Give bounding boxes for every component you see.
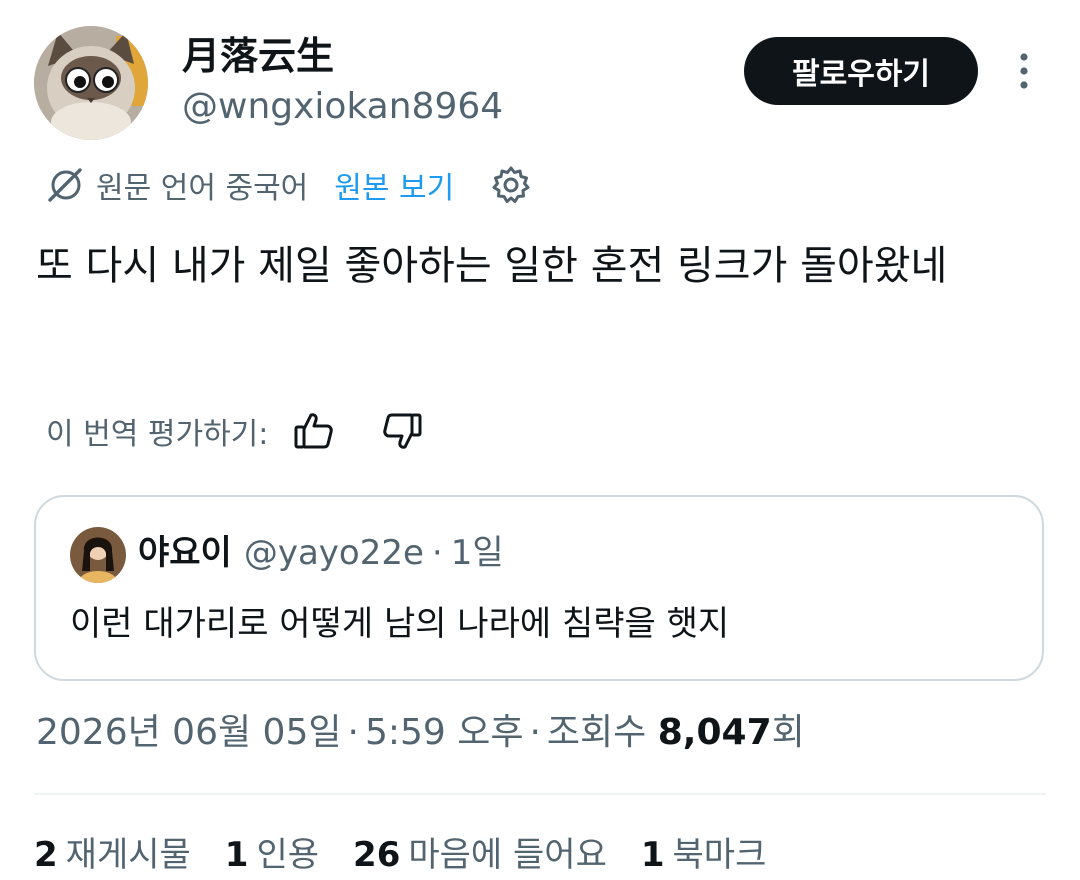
stat-bookmarks[interactable]: 1 북마크 [641, 830, 767, 880]
more-vertical-icon [1020, 53, 1028, 89]
quote-text: 이런 대가리로 어떻게 남의 나라에 침략을 햇지 [70, 604, 730, 644]
tweet-time[interactable]: 5:59 오후 [365, 712, 524, 753]
stat-count: 2 [34, 835, 58, 875]
meta-separator: · [529, 712, 541, 753]
rate-translation-row: 이 번역 평가하기: [46, 408, 424, 454]
cat-avatar-image [34, 26, 148, 140]
tweet-text: 또 다시 내가 제일 좋아하는 일한 혼전 링크가 돌아왔네 [36, 243, 948, 289]
quote-author-handle: @yayo22e [243, 533, 424, 573]
translation-bar: 원문 언어 중국어 원본 보기 [46, 162, 532, 208]
gear-icon[interactable] [490, 164, 532, 206]
quote-author-avatar [70, 527, 126, 583]
divider [34, 793, 1046, 795]
person-avatar-image [70, 527, 126, 583]
translate-icon [48, 168, 82, 202]
stat-count: 1 [640, 835, 665, 875]
views-label: 조회수 [546, 712, 647, 753]
stat-likes[interactable]: 26 마음에 들어요 [353, 830, 607, 880]
quote-timestamp: 1일 [450, 533, 504, 573]
rate-translation-label: 이 번역 평가하기: [46, 417, 269, 452]
stat-count: 1 [224, 835, 249, 875]
author-avatar[interactable] [34, 26, 148, 140]
thumbs-down-icon[interactable] [380, 409, 424, 453]
tweet-meta: 2026년 06월 05일 · 5:59 오후 · 조회수 8,047회 [36, 708, 805, 758]
stat-label: 인용 [256, 835, 320, 875]
quoted-tweet-card[interactable]: 야요이 @yayo22e · 1일 이런 대가리로 어떻게 남의 나라에 침략을 햇지 [34, 495, 1044, 681]
tweet-date[interactable]: 2026년 06월 05일 [36, 712, 341, 753]
engagement-stats: 2 재게시물 1 인용 26 마음에 들어요 1 북마크 [34, 830, 800, 880]
quote-header: 야요이 @yayo22e · 1일 [138, 531, 504, 575]
stat-reposts[interactable]: 2 재게시물 [34, 830, 191, 880]
thumbs-up-icon[interactable] [292, 409, 336, 453]
stat-label: 재게시물 [65, 835, 191, 875]
views-count: 8,047 [657, 712, 772, 753]
views-suffix: 회 [771, 712, 805, 753]
quote-separator: · [431, 533, 443, 573]
source-language-label: 원문 언어 중국어 [96, 171, 309, 206]
quote-author-name: 야요이 [138, 533, 232, 573]
meta-separator: · [347, 712, 359, 753]
stat-quotes[interactable]: 1 인용 [225, 830, 319, 880]
author-handle[interactable]: @wngxiokan8964 [182, 86, 503, 128]
more-options-button[interactable] [1004, 50, 1044, 92]
stat-count: 26 [353, 835, 401, 875]
stat-label: 마음에 들어요 [408, 835, 607, 875]
view-original-link[interactable]: 원본 보기 [334, 163, 454, 207]
follow-button[interactable]: 팔로우하기 [744, 37, 978, 105]
author-display-name[interactable]: 月落云生 [182, 34, 334, 78]
stat-label: 북마크 [672, 835, 767, 875]
